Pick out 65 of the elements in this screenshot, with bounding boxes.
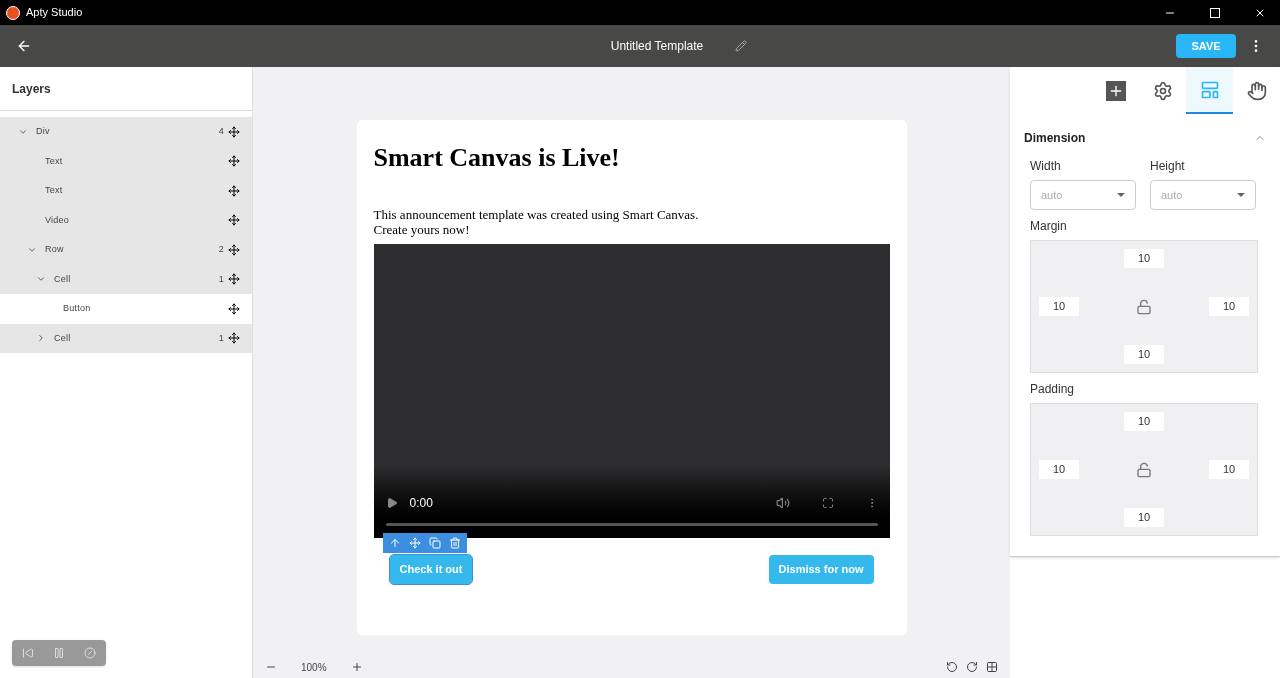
layer-item[interactable]: Text bbox=[0, 146, 252, 176]
layer-item[interactable]: Video bbox=[0, 205, 252, 235]
body-text: Create yours now! bbox=[373, 222, 471, 237]
dropdown-arrow-icon bbox=[1117, 193, 1125, 197]
layout-icon bbox=[1199, 79, 1220, 100]
spacing-input[interactable]: 10 bbox=[1209, 297, 1249, 316]
move-icon[interactable] bbox=[228, 332, 240, 345]
template-title: Untitled Template bbox=[610, 38, 704, 54]
panel-title: Layers bbox=[12, 80, 51, 97]
window-title: Apty Studio bbox=[26, 5, 83, 21]
child-count: 1 bbox=[218, 272, 224, 286]
video-time: 0:00 bbox=[409, 495, 433, 511]
field-label: Width bbox=[1030, 158, 1062, 174]
move-icon[interactable] bbox=[228, 214, 240, 227]
back-icon[interactable] bbox=[16, 38, 32, 54]
dropdown-arrow-icon bbox=[1237, 193, 1245, 197]
field-label: Height bbox=[1150, 158, 1186, 174]
layer-item[interactable]: Text bbox=[0, 176, 252, 206]
layer-item[interactable]: Cell 1 bbox=[0, 323, 252, 353]
section-label: Padding bbox=[1030, 381, 1076, 397]
play-icon[interactable] bbox=[385, 497, 398, 509]
volume-icon[interactable] bbox=[775, 496, 790, 510]
layer-item[interactable]: Row 2 bbox=[0, 235, 252, 265]
spacing-input[interactable]: 10 bbox=[1124, 345, 1164, 364]
move-icon[interactable] bbox=[228, 155, 240, 168]
panel-tab[interactable] bbox=[1186, 67, 1233, 114]
fullscreen-icon[interactable] bbox=[821, 497, 834, 509]
move-icon[interactable] bbox=[228, 273, 240, 286]
layer-item[interactable]: Cell 1 bbox=[0, 264, 252, 294]
spacing-input[interactable]: 10 bbox=[1124, 508, 1164, 527]
section-label: Margin bbox=[1030, 218, 1068, 234]
chevron-right-icon[interactable] bbox=[36, 333, 46, 344]
hand-icon bbox=[1246, 80, 1267, 101]
body-text: This announcement template was created using Smart Canvas. bbox=[373, 207, 700, 222]
section-title: Dimension bbox=[1024, 130, 1086, 146]
undo-icon[interactable] bbox=[946, 661, 958, 673]
progress-track[interactable] bbox=[385, 523, 878, 526]
spacing-input[interactable]: 10 bbox=[1124, 249, 1164, 268]
copy-icon[interactable] bbox=[428, 537, 441, 549]
move-icon[interactable] bbox=[228, 125, 240, 138]
edit-icon[interactable] bbox=[735, 40, 748, 52]
spacing-input[interactable]: 10 bbox=[1039, 460, 1079, 479]
move-icon[interactable] bbox=[228, 302, 240, 315]
grid-icon[interactable] bbox=[986, 661, 998, 673]
video-player[interactable]: 0:00 bbox=[373, 244, 890, 538]
layer-item[interactable]: Div 4 bbox=[0, 117, 252, 147]
spacing-input[interactable]: 10 bbox=[1039, 297, 1079, 316]
move-icon[interactable] bbox=[228, 243, 240, 256]
child-count: 2 bbox=[218, 243, 224, 256]
redo-icon[interactable] bbox=[966, 661, 978, 673]
template-heading: Smart Canvas is Live! bbox=[373, 142, 621, 174]
spacing-input[interactable]: 10 bbox=[1209, 460, 1249, 479]
zoom-in-icon[interactable] bbox=[350, 661, 363, 673]
lock-icon[interactable] bbox=[1136, 298, 1152, 315]
zoom-level: 100% bbox=[301, 660, 327, 675]
maximize-icon[interactable] bbox=[1210, 7, 1220, 18]
child-count: 1 bbox=[218, 331, 224, 345]
app-logo-icon bbox=[6, 5, 20, 20]
child-count: 4 bbox=[218, 125, 224, 138]
delete-icon[interactable] bbox=[448, 537, 461, 549]
settings-icon bbox=[1152, 80, 1173, 101]
move-icon[interactable] bbox=[228, 184, 240, 197]
spacing-input[interactable]: 10 bbox=[1124, 412, 1164, 431]
lock-icon[interactable] bbox=[1136, 461, 1152, 478]
add-icon bbox=[1105, 80, 1126, 101]
